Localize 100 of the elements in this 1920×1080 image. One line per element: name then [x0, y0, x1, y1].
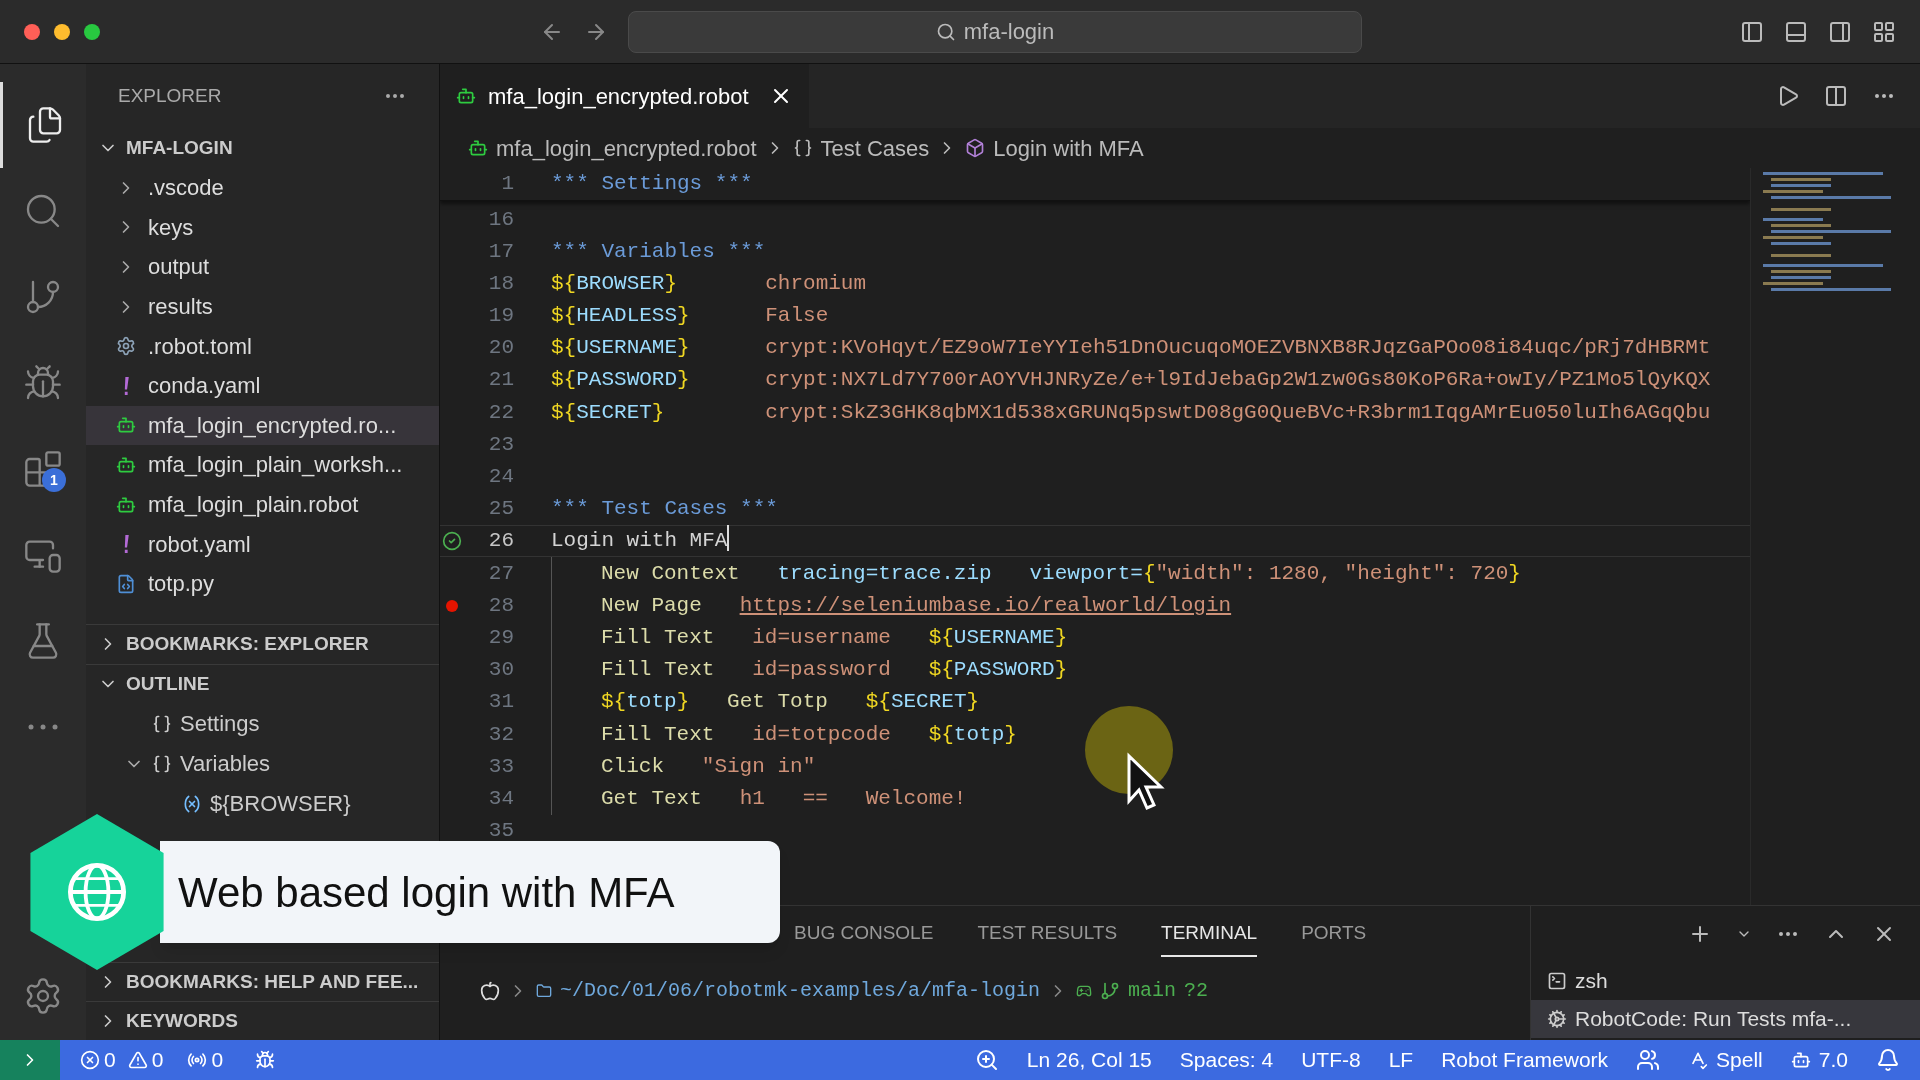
- status-item[interactable]: UTF-8: [1301, 1044, 1361, 1076]
- breadcrumb-item[interactable]: Test Cases: [820, 131, 930, 165]
- gear-icon: [1547, 1009, 1567, 1029]
- line-number: 22: [487, 399, 514, 426]
- status-item[interactable]: Ln 26, Col 15: [1026, 1044, 1152, 1076]
- close-window-button[interactable]: [24, 23, 40, 40]
- python-file-icon: [116, 573, 136, 594]
- breakpoint-icon[interactable]: [446, 599, 458, 612]
- caption-text: Web based login with MFA: [178, 867, 675, 918]
- spell-button[interactable]: Spell: [1688, 1044, 1763, 1076]
- zoom-icon[interactable]: [974, 1048, 999, 1072]
- folder-heading[interactable]: MFA-LOGIN: [126, 133, 233, 163]
- line-number: 35: [487, 818, 514, 845]
- line-number: 30: [487, 657, 514, 684]
- cube-icon: [965, 138, 986, 158]
- line-number: 16: [487, 206, 514, 233]
- code-line: Click "Sign in": [601, 753, 816, 780]
- code-line: New Page https://seleniumbase.io/realworld/login: [601, 592, 1232, 619]
- bug-icon[interactable]: [255, 1050, 276, 1070]
- exclamation-icon: [123, 535, 129, 554]
- outline-item[interactable]: Variables: [180, 747, 271, 781]
- panel-tab[interactable]: PORTS: [1301, 910, 1367, 958]
- file-tree-item[interactable]: .robot.toml: [86, 326, 439, 366]
- code-line: ${totp} Get Totp ${SECRET}: [601, 689, 980, 716]
- terminal-list-item[interactable]: RobotCode: Run Tests mfa-...: [1531, 1000, 1920, 1038]
- search-icon: [935, 21, 956, 42]
- sidebar-toggle-icon[interactable]: [1740, 19, 1764, 44]
- code-line: New Context tracing=trace.zip viewport={"width": 1280, "height": 720}: [601, 560, 1521, 587]
- code-line: Fill Text id=username ${USERNAME}: [601, 624, 1068, 651]
- bell-icon[interactable]: [1876, 1048, 1900, 1072]
- command-search-field[interactable]: mfa-login: [628, 10, 1362, 53]
- breadcrumb-item[interactable]: Login with MFA: [993, 131, 1144, 165]
- file-tree-item[interactable]: .vscode: [86, 168, 439, 208]
- branch-icon: [1100, 981, 1121, 1001]
- text-cursor: [727, 525, 730, 552]
- line-number: 33: [487, 753, 514, 780]
- secondary-sidebar-icon[interactable]: [1828, 19, 1852, 44]
- outline-item[interactable]: Settings: [180, 707, 260, 741]
- file-tree-item[interactable]: mfa_login_plain_worksh...: [86, 445, 439, 485]
- panel-tab[interactable]: TEST RESULTS: [977, 910, 1118, 958]
- file-tree-item[interactable]: output: [86, 247, 439, 287]
- problems-button[interactable]: 0 0: [80, 1044, 164, 1076]
- copilot-icon[interactable]: [1636, 1048, 1661, 1072]
- line-number: 34: [487, 785, 514, 812]
- code-line: ${SECRET} crypt:SkZ3GHK8qbMX1d538xGRUNq5pswtD08gG0QueBVc+R3brm1IqgAMrEu050luIh6AGqQbu: [551, 399, 1711, 426]
- line-number: 1: [500, 171, 514, 198]
- minimize-window-button[interactable]: [54, 23, 70, 40]
- code-line: *** Test Cases ***: [551, 496, 778, 523]
- status-item[interactable]: Robot Framework: [1441, 1044, 1609, 1076]
- code-line: Get Text h1 == Welcome!: [601, 785, 967, 812]
- code-line: ${PASSWORD} crypt:NX7Ld7Y700rAOYVHJNRyZe/e+l9IdJebaGp2W1zw0Gs80KoP6Ra+owIy/PZ1Mo5lQyKQX: [551, 367, 1711, 394]
- activity-item[interactable]: 1: [0, 426, 86, 512]
- editor-tab[interactable]: mfa_login_encrypted.robot: [440, 64, 809, 128]
- file-tree-item[interactable]: results: [86, 286, 439, 327]
- layout-icon[interactable]: [1872, 19, 1896, 44]
- code-line: Fill Text id=totpcode ${totp}: [601, 721, 1017, 748]
- outline-item[interactable]: ${BROWSER}: [210, 787, 351, 821]
- section-heading[interactable]: BOOKMARKS: HELP AND FEE...: [126, 967, 419, 997]
- blocks-icon: [23, 449, 63, 489]
- git-status: ?2: [1184, 978, 1209, 1004]
- line-number: 21: [487, 367, 514, 394]
- git-branch: main: [1128, 978, 1177, 1004]
- file-tree-item[interactable]: totp.py: [86, 563, 439, 604]
- status-item[interactable]: Spaces: 4: [1179, 1044, 1274, 1076]
- code-line: ${USERNAME} crypt:KVoHqyt/EZ9oW7IeYYIeh51DnOucuqoMOEZVBNXB8RJqzGaPOo08i84uqc/pRj7dHBRMt: [551, 335, 1711, 362]
- line-number: 23: [487, 431, 514, 458]
- file-tree-item[interactable]: mfa_login_plain.robot: [86, 484, 439, 525]
- panel-tab[interactable]: TERMINAL: [1161, 910, 1258, 958]
- warning-icon: [127, 1050, 148, 1070]
- section-heading[interactable]: OUTLINE: [126, 669, 210, 699]
- file-tree-item[interactable]: mfa_login_encrypted.ro...: [86, 405, 439, 446]
- split-editor-icon[interactable]: [1824, 84, 1848, 108]
- file-tree-item[interactable]: conda.yaml: [86, 365, 439, 406]
- check-icon[interactable]: [442, 531, 462, 552]
- broadcast-icon: [187, 1050, 208, 1070]
- breadcrumb-item[interactable]: mfa_login_encrypted.robot: [496, 131, 757, 165]
- gear-icon: [116, 336, 136, 357]
- terminal-list-item[interactable]: zsh: [1531, 962, 1920, 1000]
- panel-toggle-icon[interactable]: [1784, 19, 1808, 44]
- robot-icon: [456, 86, 476, 106]
- file-tree-item[interactable]: keys: [86, 207, 439, 248]
- braces-icon: [152, 753, 172, 774]
- variable-icon: [182, 793, 202, 814]
- line-number: 32: [487, 721, 514, 748]
- ports-button[interactable]: 0: [187, 1044, 224, 1076]
- code-line: *** Settings ***: [551, 171, 753, 198]
- file-tree-item[interactable]: robot.yaml: [86, 524, 439, 564]
- exclamation-icon: [123, 376, 129, 395]
- zoom-window-button[interactable]: [84, 23, 100, 40]
- line-number: 24: [487, 464, 514, 491]
- status-item[interactable]: LF: [1388, 1044, 1414, 1076]
- code-line: Login with MFA: [551, 525, 730, 557]
- panel-tab[interactable]: BUG CONSOLE: [794, 910, 934, 958]
- section-heading[interactable]: KEYWORDS: [126, 1006, 238, 1036]
- section-heading[interactable]: BOOKMARKS: EXPLORER: [126, 629, 369, 659]
- version-button[interactable]: 7.0: [1790, 1044, 1848, 1076]
- code-line: ${BROWSER} chromium: [551, 270, 867, 297]
- sidebar-title: EXPLORER: [118, 83, 222, 108]
- line-number: 28: [487, 592, 514, 619]
- prompt-path: ~/Doc/01/06/robotmk-examples/a/mfa-login: [560, 978, 1041, 1004]
